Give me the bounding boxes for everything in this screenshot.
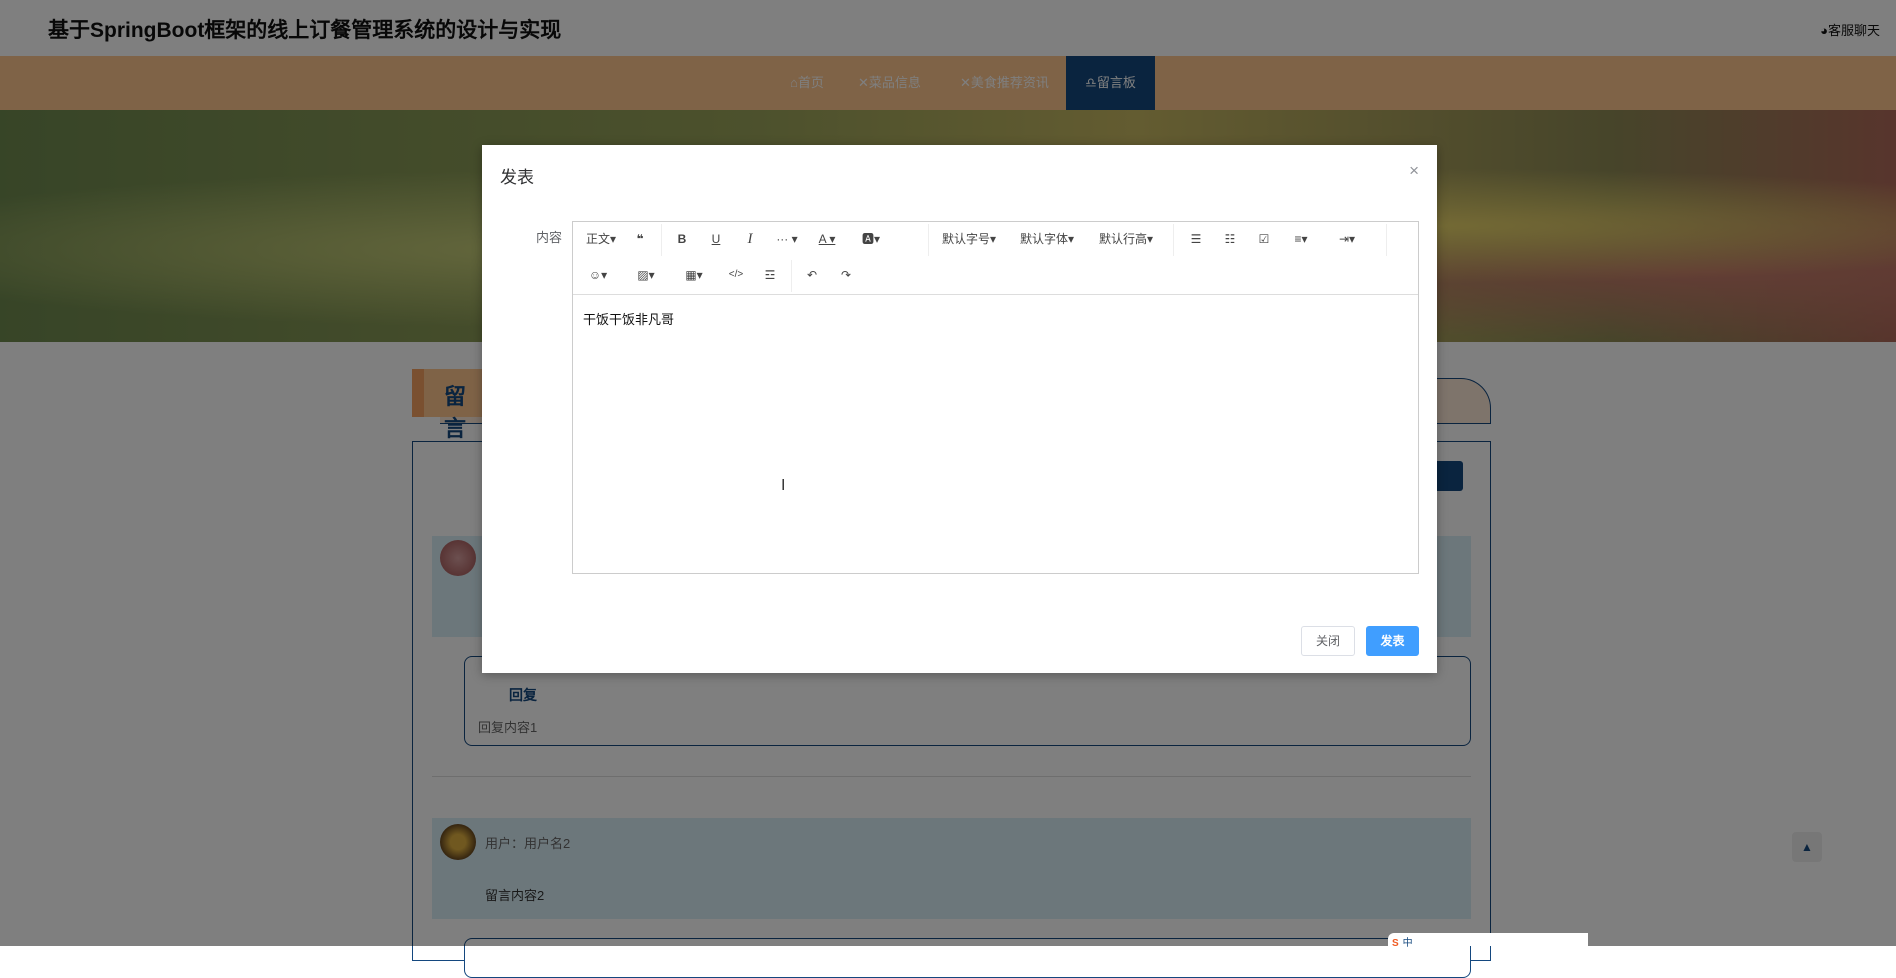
indent-icon[interactable]: ⇥▾ [1329,224,1365,254]
quote-icon[interactable]: ❝ [625,224,655,254]
numbered-list-icon[interactable]: ☷ [1215,224,1245,254]
content-label: 内容 [536,230,563,245]
paragraph-dropdown[interactable]: 正文▾ [581,224,621,254]
divider-icon[interactable]: ☲ [755,260,785,290]
editor-toolbar: 正文▾ ❝ B U I ··· ▾ A ▾ 🅰▾ 默认字号▾ 默认字体▾ 默认行… [573,222,1418,295]
close-button[interactable]: 关闭 [1301,626,1355,656]
underline-icon[interactable]: U [701,224,731,254]
todo-icon[interactable]: ☑ [1249,224,1279,254]
bullet-list-icon[interactable]: ☰ [1181,224,1211,254]
undo-icon[interactable]: ↶ [797,260,827,290]
text-cursor-icon: I [781,477,786,494]
line-height-dropdown[interactable]: 默认行高▾ [1090,224,1162,254]
submit-button[interactable]: 发表 [1366,626,1419,656]
emoji-icon[interactable]: ☺▾ [581,260,615,290]
bold-icon[interactable]: B [667,224,697,254]
code-icon[interactable]: </> [721,260,751,290]
redo-icon[interactable]: ↷ [831,260,861,290]
ime-toolbar[interactable]: S中 [1388,933,1588,949]
font-family-dropdown[interactable]: 默认字体▾ [1011,224,1083,254]
background-color-icon[interactable]: 🅰▾ [853,224,889,254]
align-icon[interactable]: ≡▾ [1283,224,1319,254]
rich-text-editor: 正文▾ ❝ B U I ··· ▾ A ▾ 🅰▾ 默认字号▾ 默认字体▾ 默认行… [572,221,1419,574]
editor-content-area[interactable]: 干饭干饭非凡哥 [573,295,1418,573]
table-icon[interactable]: ▦▾ [677,260,711,290]
close-icon[interactable]: × [1409,161,1419,181]
editor-text: 干饭干饭非凡哥 [583,312,675,327]
italic-icon[interactable]: I [735,224,765,254]
font-color-icon[interactable]: A ▾ [809,224,845,254]
more-icon[interactable]: ··· ▾ [769,224,805,254]
image-icon[interactable]: ▨▾ [629,260,663,290]
sogou-icon: S [1392,938,1399,949]
font-size-dropdown[interactable]: 默认字号▾ [933,224,1005,254]
dialog-title: 发表 [500,168,534,187]
post-dialog: 发表 × 内容 正文▾ ❝ B U I ··· ▾ A ▾ 🅰▾ 默认字号▾ 默… [482,145,1437,673]
